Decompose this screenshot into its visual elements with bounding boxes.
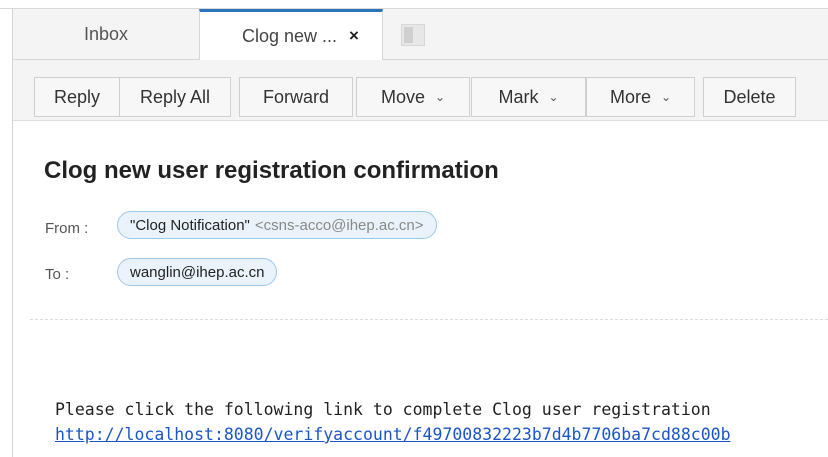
to-recipient-chip[interactable]: wanglin@ihep.ac.cn	[117, 258, 278, 286]
reply-all-label: Reply All	[139, 86, 211, 107]
reply-label: Reply	[53, 86, 101, 107]
header-separator	[30, 319, 828, 320]
verify-account-link[interactable]: http://localhost:8080/verifyaccount/f497…	[55, 425, 731, 444]
forward-label: Forward	[262, 86, 329, 107]
from-sender-name: "Clog Notification"	[130, 216, 250, 234]
from-sender-chip[interactable]: "Clog Notification" <csns-acco@ihep.ac.c…	[117, 211, 437, 239]
chevron-down-icon: ⌄	[548, 90, 559, 104]
message-body-text: Please click the following link to compl…	[55, 400, 711, 419]
forward-button[interactable]: Forward	[239, 77, 353, 117]
new-tab-icon[interactable]	[401, 24, 425, 46]
move-label: Move	[380, 86, 425, 107]
to-recipient-address: wanglin@ihep.ac.cn	[130, 263, 265, 281]
email-client: Inbox Clog new ... × Reply Reply All For…	[0, 0, 828, 457]
tab-inbox-label: Inbox	[83, 23, 129, 44]
reply-button[interactable]: Reply	[34, 77, 120, 117]
tab-inbox[interactable]: Inbox	[13, 9, 199, 59]
from-sender-address: <csns-acco@ihep.ac.cn>	[254, 216, 424, 234]
delete-button[interactable]: Delete	[703, 77, 796, 117]
chevron-down-icon: ⌄	[660, 90, 672, 104]
more-label: More	[609, 86, 651, 107]
mark-button[interactable]: Mark ⌄	[471, 77, 586, 117]
tab-message[interactable]: Clog new ... ×	[199, 9, 383, 60]
more-button[interactable]: More ⌄	[586, 77, 695, 117]
message-subject: Clog new user registration confirmation	[44, 157, 499, 184]
to-label: To :	[45, 266, 70, 283]
move-button[interactable]: Move ⌄	[356, 77, 470, 117]
tab-bar: Inbox Clog new ... ×	[13, 9, 828, 60]
close-icon[interactable]: ×	[349, 26, 359, 46]
chevron-down-icon: ⌄	[434, 90, 446, 104]
from-label: From :	[45, 220, 89, 237]
tab-message-label: Clog new ...	[242, 25, 338, 46]
left-divider	[12, 9, 13, 457]
message-toolbar: Reply Reply All Forward Move ⌄ Mark ⌄ Mo…	[13, 60, 828, 121]
reply-all-button[interactable]: Reply All	[119, 77, 231, 117]
mark-label: Mark	[498, 86, 539, 107]
delete-label: Delete	[723, 86, 776, 107]
